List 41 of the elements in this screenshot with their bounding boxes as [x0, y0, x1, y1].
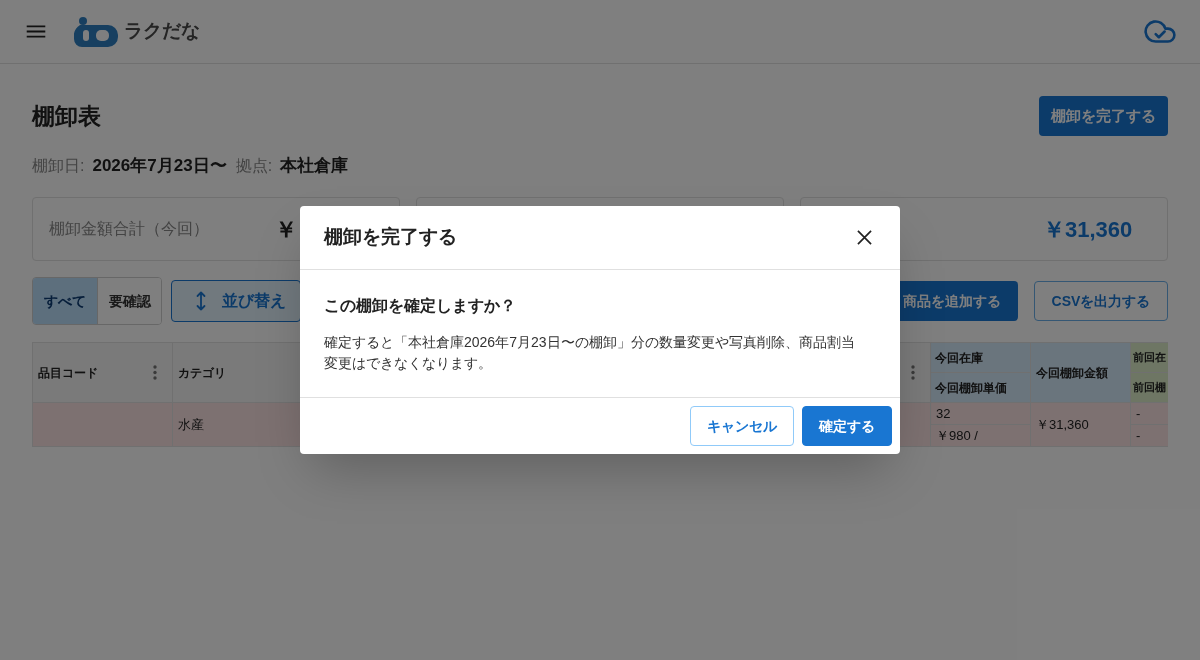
meta-label: 拠点:: [235, 156, 273, 176]
up-down-arrow-icon: [196, 291, 206, 311]
card-label: 棚卸金額合計（今回）: [49, 219, 209, 239]
table-cell-text: ￥31,360: [1036, 415, 1089, 434]
filter-tab[interactable]: すべて: [33, 278, 97, 324]
cancel-button[interactable]: キャンセル: [690, 406, 794, 446]
table-cell-text: -: [1136, 404, 1141, 423]
csv-export-button[interactable]: CSVを出力する: [1034, 281, 1168, 321]
logo-icon: [74, 16, 118, 47]
meta-label: 棚卸日:: [32, 156, 85, 176]
table-cell-text: -: [1136, 426, 1141, 445]
logo-text: ラクだな: [124, 19, 200, 44]
close-icon: [856, 230, 872, 245]
meta-value: 2026年7月23日〜: [92, 155, 227, 178]
header-label: カテゴリ: [178, 364, 226, 382]
complete-button[interactable]: 棚卸を完了する: [1039, 96, 1168, 136]
dialog-question: この棚卸を確定しますか？: [324, 296, 517, 316]
card-value: ￥31,360: [1043, 216, 1133, 242]
header-label: 品目コード: [38, 364, 98, 382]
more-vertical-icon[interactable]: [911, 365, 915, 380]
header-cell: 今回在庫: [931, 343, 1030, 373]
header-label: 今回棚卸金額: [1036, 364, 1108, 382]
filter-tab[interactable]: 要確認: [97, 278, 161, 324]
menu-button[interactable]: [26, 25, 46, 38]
sync-status-button[interactable]: [1144, 20, 1176, 43]
menu-icon: [26, 25, 46, 38]
page-title: 棚卸表: [32, 101, 101, 131]
table-cell-text: ￥980 /: [936, 426, 978, 445]
more-vertical-icon[interactable]: [153, 365, 157, 380]
header-cell: 今回棚卸単価: [931, 373, 1030, 402]
meta-value: 本社倉庫: [280, 155, 349, 178]
confirm-button[interactable]: 確定する: [802, 406, 892, 446]
sort-button[interactable]: 並び替え: [171, 280, 301, 322]
header-cell: 前回在: [1131, 343, 1168, 373]
table-cell-text: 水産: [178, 415, 204, 434]
dialog-message: 確定すると「本社倉庫2026年7月23日〜の棚卸」分の数量変更や写真削除、商品割当変更はできなくなります。: [324, 333, 856, 373]
dialog-title: 棚卸を完了する: [324, 225, 457, 250]
cloud-check-icon: [1144, 20, 1176, 43]
header-cell: 前回棚: [1131, 373, 1168, 402]
card-value: ￥: [275, 216, 297, 242]
table-cell-text: 32: [936, 404, 951, 423]
